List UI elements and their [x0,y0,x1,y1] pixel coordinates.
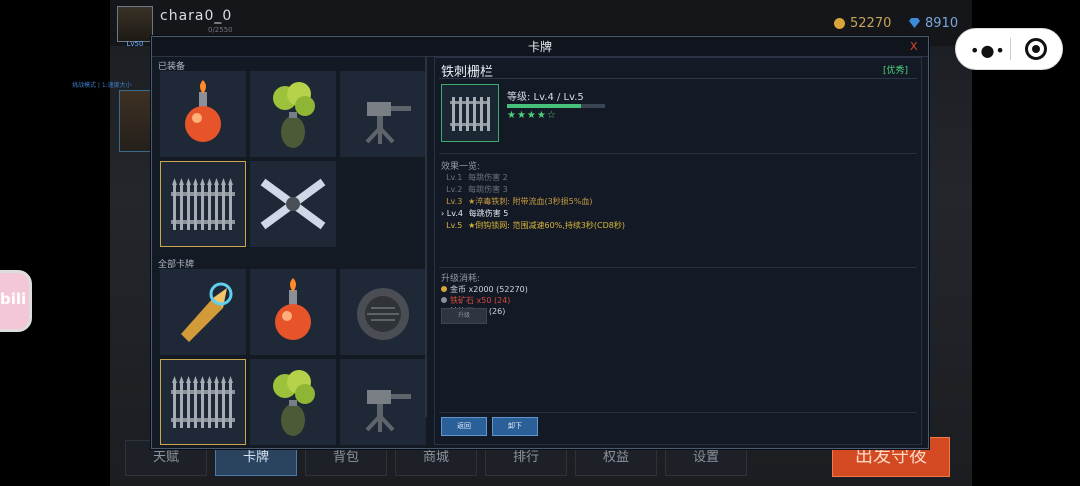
unequip-button[interactable]: 卸下 [492,417,538,436]
all-card-slot[interactable] [160,359,246,445]
cost-row: 铁矿石 x50 (24) [441,295,510,306]
card-thumb [441,84,499,142]
avatar[interactable] [117,6,153,42]
effects-title: 效果一览: [441,162,481,172]
iron-fence-icon [171,178,235,230]
resource-icon [441,297,447,303]
turret-icon [365,390,411,432]
card-detail-pane: 铁刺栅栏 [优秀] 等级: Lv.4 / Lv.5 ★★★★☆ 效果一览: Lv… [434,57,922,445]
poison-grenade-icon [273,82,315,148]
turret-icon [365,102,411,144]
effect-text: ★倒钩锁网: 范围减速60%,持续3秒(CD8秒) [468,221,625,230]
section-divider [439,153,917,154]
effect-row: Lv.1 每跳伤害 2 [441,172,508,183]
gem-value: 8910 [925,16,959,31]
upgrade-button[interactable]: 升级 [441,308,487,324]
effect-level: Lv.5 [446,221,463,230]
level-progress-fill [507,104,581,108]
header-divider [439,78,917,79]
iron-fence-icon [450,97,490,131]
card-list-scrollbar[interactable] [425,57,427,417]
equipped-card-slot[interactable] [250,71,336,157]
effect-text: 每跳伤害 5 [468,209,509,218]
avatar-level: Lv50 [126,40,144,48]
side-book-icon[interactable] [119,90,153,152]
all-card-slot[interactable] [250,359,336,445]
all-card-slot[interactable] [160,269,246,355]
username: chara0_0 [160,8,233,24]
equipped-card-slot[interactable] [160,161,246,247]
capsule-divider [1010,38,1011,60]
cost-row: 金币 x2000 (52270) [441,284,528,295]
exp-text: 0/2550 [208,26,233,34]
right-letterbox [972,0,1080,486]
section-divider [439,412,917,413]
level-progress-bar [507,104,605,108]
effect-row: Lv.3 ★淬毒铁刺: 附带流血(3秒损5%血) [441,196,593,207]
bilibili-logo-text: bili [0,290,27,308]
landmine-icon [357,288,409,340]
modal-title: 卡牌 [152,37,928,57]
section-divider [439,267,917,268]
close-miniprogram-icon[interactable] [1025,38,1047,60]
close-icon[interactable]: X [910,40,918,53]
effect-level: Lv.2 [446,185,463,194]
left-letterbox [0,0,110,486]
cost-title: 升级消耗: [441,274,481,284]
more-icon[interactable]: •●• [970,41,1006,60]
card-list-pane: 已装备 全部卡牌 [156,57,428,449]
effect-text: ★淬毒铁刺: 附带流血(3秒损5%血) [468,197,593,206]
gold-coin-icon [834,18,845,29]
ice-bullet-icon [181,282,233,342]
cost-text: 金币 x2000 (52270) [450,285,528,294]
resource-icon [441,286,447,292]
mode-note: 挑战模式 | 1:速度大小 [72,82,132,89]
star-rating: ★★★★☆ [507,110,557,121]
cost-text: 铁矿石 x50 (24) [450,296,511,305]
equipped-card-slot[interactable] [340,71,426,157]
level-text: 等级: Lv.4 / Lv.5 [507,92,584,103]
equipped-card-slot[interactable] [250,161,336,247]
effect-level: Lv.3 [446,197,463,206]
all-card-slot[interactable] [340,359,426,445]
poison-grenade-icon [273,370,315,436]
blade-drone-icon [260,178,326,230]
cards-modal: 卡牌 X 已装备 全部卡牌 铁刺栅栏 [优秀] 等级: Lv.4 / Lv.5 [151,36,929,449]
fire-bottle-icon [275,278,311,340]
all-card-slot[interactable] [250,269,336,355]
effect-text: 每跳伤害 3 [468,185,508,194]
card-rank: [优秀] [883,66,909,76]
iron-fence-icon [171,376,235,428]
effect-row: › Lv.4 每跳伤害 5 [441,208,508,219]
gold-value: 52270 [850,16,892,31]
effect-row: Lv.5 ★倒钩锁网: 范围减速60%,持续3秒(CD8秒) [441,220,625,231]
effect-row: Lv.2 每跳伤害 3 [441,184,508,195]
equipped-card-slot[interactable] [160,71,246,157]
fire-bottle-icon [185,80,221,142]
effect-level: Lv.1 [446,173,463,182]
all-card-slot[interactable] [340,269,426,355]
effect-text: 每跳伤害 2 [468,173,508,182]
back-button[interactable]: 返回 [441,417,487,436]
effect-level: Lv.4 [446,209,463,218]
